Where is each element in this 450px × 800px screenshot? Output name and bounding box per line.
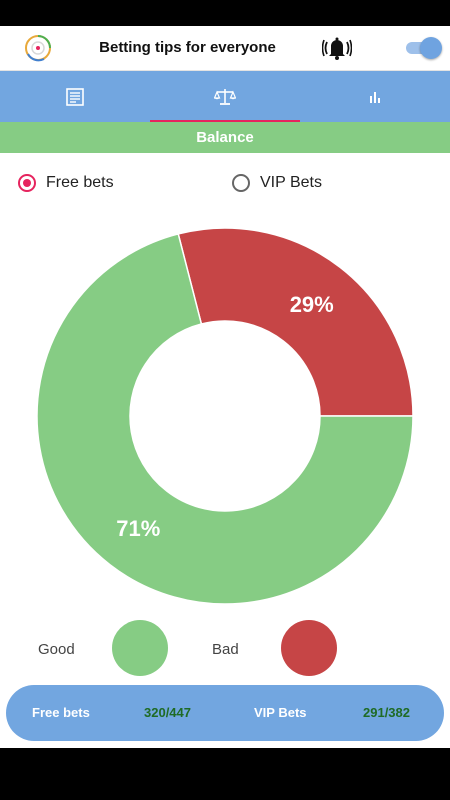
- notification-bell-icon[interactable]: [322, 35, 352, 61]
- vip-bets-radio[interactable]: VIP Bets: [232, 171, 322, 195]
- document-icon: [66, 87, 84, 106]
- stats-bar: Free bets 320/447 VIP Bets 291/382: [6, 685, 444, 741]
- donut-label-good: 71%: [116, 516, 160, 541]
- tab-statistics[interactable]: [300, 71, 450, 122]
- donut-label-bad: 29%: [290, 292, 334, 317]
- balance-banner: Balance: [0, 122, 450, 153]
- radio-circle: [18, 174, 36, 192]
- stats-vip-value: 291/382: [363, 705, 410, 720]
- app-header: Betting tips for everyone: [0, 26, 450, 71]
- bar-chart-icon: [370, 91, 380, 103]
- toggle-thumb: [420, 37, 442, 59]
- stats-free-label: Free bets: [32, 705, 90, 720]
- app-title: Betting tips for everyone: [99, 39, 276, 56]
- stats-vip-label: VIP Bets: [254, 705, 307, 720]
- free-bets-radio-label: Free bets: [46, 174, 114, 191]
- legend-good-label: Good: [38, 641, 75, 658]
- balance-donut-chart: 29% 71%: [36, 227, 414, 605]
- app-screen: Betting tips for everyone Balance Free b…: [0, 26, 450, 748]
- tab-balance[interactable]: [150, 71, 300, 122]
- legend-good-swatch: [112, 620, 168, 676]
- tab-tips[interactable]: [0, 71, 150, 122]
- balance-scale-icon: [214, 88, 236, 105]
- legend-bad-swatch: [281, 620, 337, 676]
- free-bets-radio[interactable]: Free bets: [18, 171, 114, 195]
- radio-circle: [232, 174, 250, 192]
- vip-bets-radio-label: VIP Bets: [260, 174, 322, 191]
- legend-bad-label: Bad: [212, 641, 239, 658]
- notifications-toggle[interactable]: [404, 37, 442, 59]
- tab-bar: [0, 71, 450, 122]
- donut-slice-bad: [177, 227, 414, 417]
- stats-free-value: 320/447: [144, 705, 191, 720]
